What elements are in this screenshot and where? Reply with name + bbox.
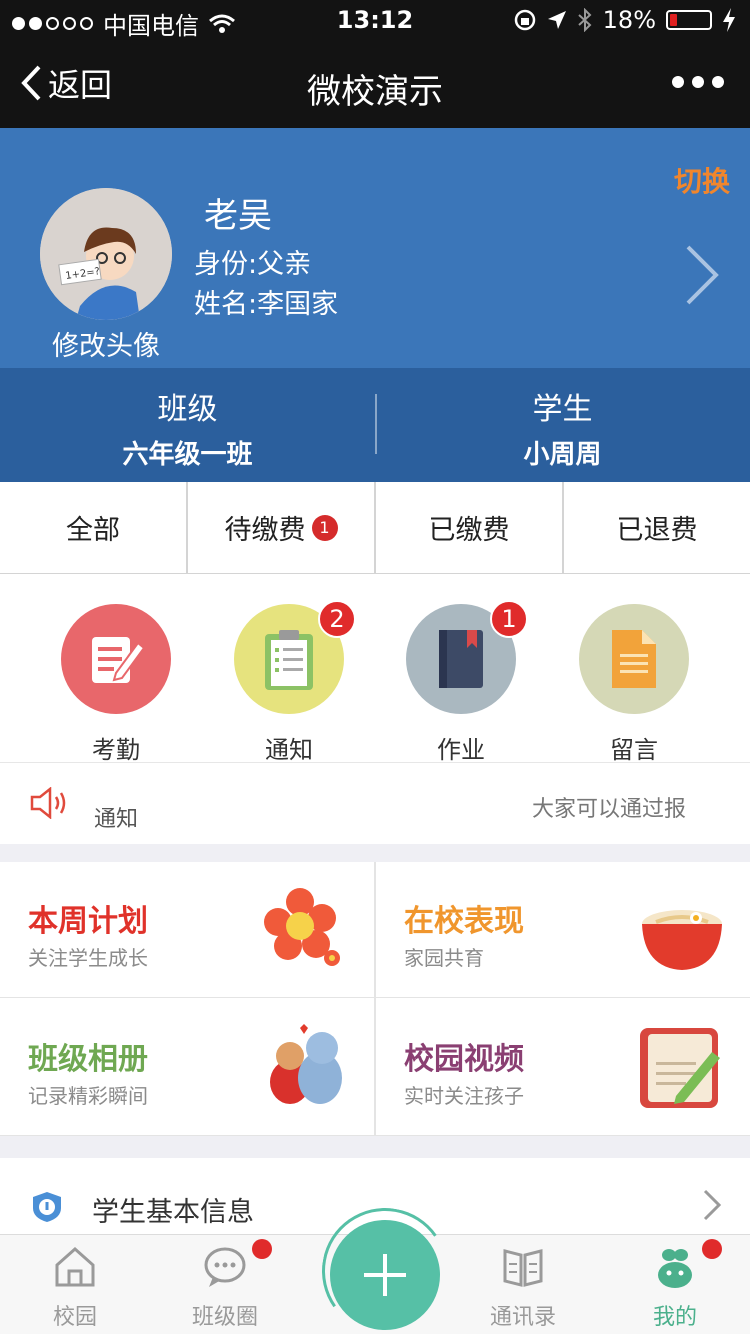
bluetooth-icon (577, 8, 592, 32)
class-column[interactable]: 班级 六年级一班 (0, 384, 375, 471)
icon-label: 通知 (265, 736, 313, 764)
card-title: 在校表现 (404, 904, 524, 939)
avatar[interactable]: 1+2=? (40, 188, 172, 320)
message-button[interactable]: 留言 (579, 604, 689, 765)
bears-icon (270, 1024, 342, 1104)
quick-icons: 考勤 2 通知 1 作业 留言 (0, 574, 750, 765)
student-label: 学生 (532, 392, 593, 427)
tab-refunded[interactable]: 已退费 (564, 482, 750, 573)
student-value: 小周周 (523, 440, 602, 470)
chevron-right-icon[interactable] (684, 243, 720, 307)
tab-label: 已退费 (616, 515, 698, 546)
clipboard-icon: 2 (234, 600, 356, 714)
school-performance-card[interactable]: 在校表现 家园共育 (376, 862, 750, 998)
user-name: 老吴 (204, 196, 272, 236)
battery-percent: 18% (602, 6, 656, 34)
student-name: 姓名:李国家 (194, 289, 339, 320)
flower-icon (264, 888, 340, 966)
notice-bar[interactable]: 通知 大家可以通过报 (0, 762, 750, 844)
fee-tabs: 全部 待缴费 1 已缴费 已退费 (0, 482, 750, 574)
attendance-icon (61, 604, 171, 714)
tab-all[interactable]: 全部 (0, 482, 188, 573)
count-badge: 1 (490, 600, 528, 638)
tab-pending[interactable]: 待缴费 1 (188, 482, 376, 573)
page-title: 微校演示 (307, 72, 443, 112)
rotation-lock-icon (514, 9, 535, 31)
count-badge: 1 (311, 514, 338, 541)
notice-button[interactable]: 2 通知 (234, 600, 356, 765)
chevron-right-icon (703, 1189, 722, 1221)
profile-header: 1+2=? 修改头像 老吴 身份:父亲 姓名:李国家 切换 (0, 128, 750, 368)
count-badge: 2 (318, 600, 356, 638)
icon-label: 考勤 (92, 736, 140, 764)
tab-label: 我的 (652, 1305, 697, 1330)
notification-dot (252, 1239, 272, 1259)
class-album-card[interactable]: 班级相册 记录精彩瞬间 (0, 1000, 374, 1136)
tab-contacts[interactable]: 通讯录 (468, 1245, 578, 1331)
house-icon (55, 1246, 95, 1287)
nav-bar: 返回 微校演示 (0, 40, 750, 128)
status-bar: 中国电信 13:12 18% (0, 0, 750, 40)
add-button[interactable] (330, 1220, 440, 1330)
card-subtitle: 家园共育 (404, 946, 484, 970)
card-title: 班级相册 (28, 1042, 148, 1077)
sprout-mascot-icon (658, 1249, 692, 1288)
document-icon (579, 604, 689, 714)
campus-video-card[interactable]: 校园视频 实时关注孩子 (376, 1000, 750, 1136)
notebook-pencil-icon (640, 1028, 720, 1108)
user-identity: 身份:父亲 (194, 249, 312, 280)
tab-class-circle[interactable]: 班级圈 (170, 1239, 280, 1331)
plus-icon (364, 1254, 406, 1296)
icon-label: 留言 (610, 736, 658, 764)
attendance-button[interactable]: 考勤 (61, 604, 171, 765)
cartoon-avatar-icon: 1+2=? (40, 188, 172, 320)
card-title: 校园视频 (404, 1042, 524, 1077)
edit-avatar-link[interactable]: 修改头像 (30, 324, 182, 363)
card-title: 本周计划 (28, 904, 148, 939)
speaker-icon (30, 787, 66, 819)
tab-label: 待缴费 (224, 515, 306, 546)
homework-button[interactable]: 1 作业 (406, 600, 528, 765)
class-value: 六年级一班 (122, 440, 253, 470)
battery-icon (666, 10, 712, 30)
tab-label: 班级圈 (191, 1305, 258, 1330)
chat-bubble-icon (204, 1247, 246, 1287)
notification-dot (702, 1239, 722, 1259)
feature-grid: 本周计划 关注学生成长 在校表现 家园共育 班级相册 记录精彩瞬间 校园视频 实… (0, 862, 750, 1136)
open-book-icon (503, 1249, 543, 1287)
notice-label: 通知 (94, 807, 139, 832)
tab-mine[interactable]: 我的 (620, 1239, 730, 1331)
class-info-bar: 班级 六年级一班 学生 小周周 (0, 368, 750, 482)
book-icon: 1 (406, 600, 528, 714)
divider (374, 862, 376, 1136)
class-label: 班级 (157, 392, 218, 427)
tab-label: 校园 (52, 1305, 97, 1330)
info-label: 学生基本信息 (92, 1197, 254, 1228)
weekly-plan-card[interactable]: 本周计划 关注学生成长 (0, 862, 374, 998)
student-column[interactable]: 学生 小周周 (375, 384, 750, 471)
noodle-bowl-icon (642, 910, 722, 970)
more-menu-button[interactable] (672, 76, 724, 88)
tab-paid[interactable]: 已缴费 (376, 482, 564, 573)
tab-label: 通讯录 (489, 1305, 556, 1330)
tab-label: 全部 (66, 515, 120, 546)
charging-bolt-icon (723, 8, 735, 32)
location-arrow-icon (547, 11, 566, 29)
icon-label: 作业 (437, 736, 485, 764)
tab-label: 已缴费 (428, 515, 510, 546)
card-subtitle: 实时关注孩子 (404, 1084, 524, 1108)
shield-icon (33, 1192, 61, 1222)
card-subtitle: 关注学生成长 (28, 946, 148, 970)
notice-text: 大家可以通过报 (532, 797, 687, 822)
card-subtitle: 记录精彩瞬间 (28, 1084, 148, 1108)
switch-button[interactable]: 切换 (674, 160, 730, 200)
tab-campus[interactable]: 校园 (20, 1245, 130, 1331)
